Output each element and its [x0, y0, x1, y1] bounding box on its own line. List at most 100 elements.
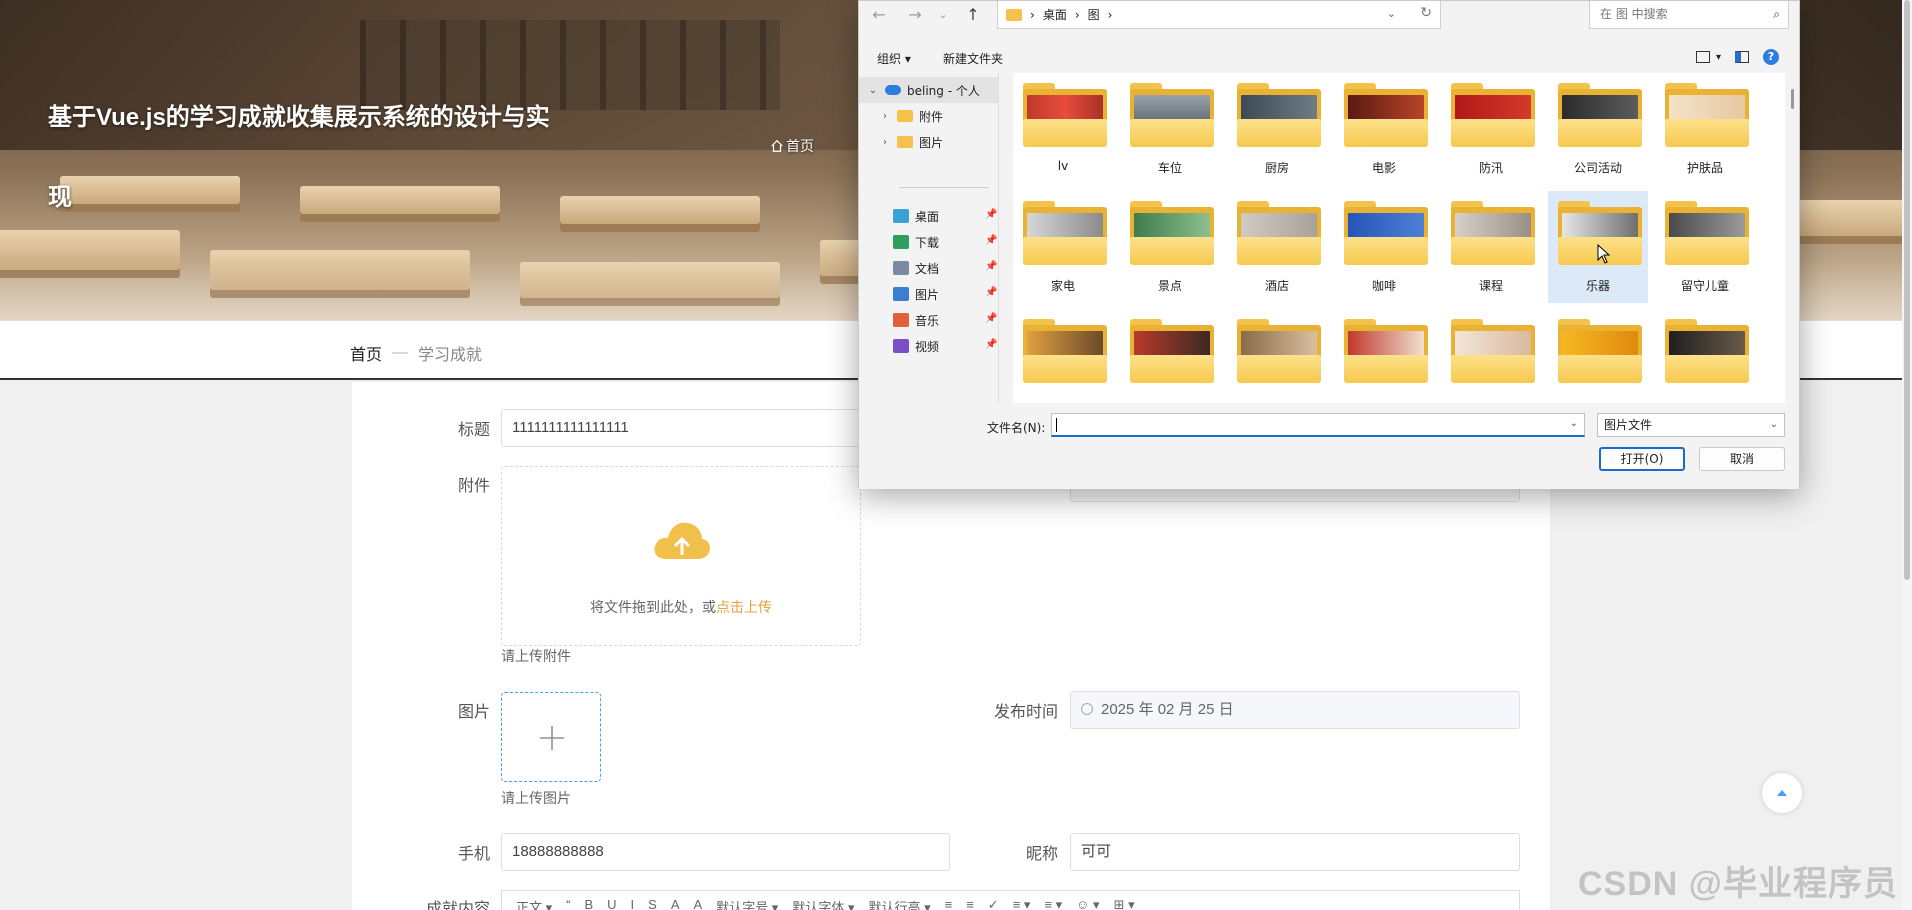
path-segment[interactable]: 图	[1088, 6, 1100, 23]
folder-item[interactable]: 课程	[1441, 191, 1541, 303]
nav-item-onedrive[interactable]: ⌄ beling - 个人	[859, 77, 998, 103]
toolbar-button[interactable]: 正文 ▾	[516, 897, 552, 910]
view-controls: ▾ ?	[1695, 49, 1779, 65]
folder-name: 景点	[1157, 279, 1182, 293]
folder-item[interactable]: 电影	[1334, 73, 1434, 185]
folder-item[interactable]	[1013, 309, 1113, 403]
cloud-upload-icon	[654, 522, 710, 559]
nav-item-quick-access[interactable]: 下载 📌	[859, 229, 998, 255]
pin-icon: 📌	[985, 261, 998, 272]
toolbar-button[interactable]: ☺ ▾	[1076, 897, 1099, 910]
folder-item[interactable]	[1441, 309, 1541, 403]
view-mode-icon[interactable]	[1695, 51, 1710, 63]
toolbar-button[interactable]: ≡ ▾	[1044, 897, 1062, 910]
folder-item[interactable]	[1655, 309, 1755, 403]
search-icon[interactable]: ⌕	[1773, 1, 1780, 28]
toolbar-button[interactable]: B	[584, 897, 593, 910]
toolbar-button[interactable]: ≡ ▾	[1013, 897, 1031, 910]
filename-input[interactable]: ⌄	[1051, 413, 1585, 437]
title-input[interactable]: 1111111111111111	[501, 409, 861, 447]
chevron-right-icon: ›	[1030, 7, 1035, 22]
folder-item[interactable]	[1227, 309, 1327, 403]
folder-item[interactable]: 防汛	[1441, 73, 1541, 185]
toolbar-button[interactable]: I	[631, 897, 635, 910]
page-scrollbar-thumb[interactable]	[1904, 0, 1910, 580]
folder-item[interactable]: 车位	[1120, 73, 1220, 185]
toolbar-button[interactable]: A	[694, 897, 703, 910]
search-input[interactable]: 在 图 中搜索 ⌕	[1589, 1, 1789, 29]
chevron-right-icon: ›	[883, 136, 887, 148]
nav-item-folder[interactable]: › 附件	[859, 103, 998, 129]
forward-button[interactable]: →	[905, 5, 925, 25]
toolbar-button[interactable]: 默认行高 ▾	[868, 897, 930, 910]
nav-item-quick-access[interactable]: 视频 📌	[859, 333, 998, 359]
folder-item[interactable]: lv	[1013, 73, 1113, 185]
nav-item-quick-access[interactable]: 音乐 📌	[859, 307, 998, 333]
folder-name: 留守儿童	[1680, 279, 1729, 293]
toolbar-button[interactable]: A	[671, 897, 680, 910]
path-segment[interactable]: 桌面	[1043, 6, 1067, 23]
toolbar-button[interactable]: 默认字号 ▾	[716, 897, 778, 910]
folder-item[interactable]: 咖啡	[1334, 191, 1434, 303]
chevron-down-icon: ⌄	[868, 84, 878, 96]
back-button[interactable]: ←	[869, 5, 889, 25]
toolbar-button[interactable]: ≡	[966, 897, 974, 910]
folder-item[interactable]: 留守儿童	[1655, 191, 1755, 303]
folder-item[interactable]	[1120, 309, 1220, 403]
organize-menu[interactable]: 组织 ▾	[877, 50, 911, 67]
refresh-icon[interactable]: ↻	[1420, 5, 1432, 21]
help-icon[interactable]: ?	[1763, 49, 1779, 65]
editor-toolbar: 正文 ▾ “ B U I S A A 默认字号 ▾ 默认字体 ▾ 默认行高 ▾ ≡ ≡ ✓ ≡ ▾ ≡ ▾ ☺ …	[501, 890, 1520, 910]
folder-icon	[1344, 119, 1428, 147]
folder-item[interactable]: 公司活动	[1548, 73, 1648, 185]
folder-item[interactable]	[1548, 309, 1648, 403]
folder-item[interactable]: 厨房	[1227, 73, 1327, 185]
toolbar-button[interactable]: “	[566, 897, 570, 910]
recent-dropdown[interactable]: ⌄	[933, 5, 953, 25]
new-folder-button[interactable]: 新建文件夹	[943, 50, 1003, 67]
folder-item[interactable]: 护肤品	[1655, 73, 1755, 185]
folder-item[interactable]: 酒店	[1227, 191, 1327, 303]
click-upload-link[interactable]: 点击上传	[716, 599, 772, 615]
folder-icon	[1665, 355, 1749, 383]
attachment-dropzone[interactable]: 将文件拖到此处，或点击上传	[501, 466, 861, 646]
phone-input[interactable]: 18888888888	[501, 833, 950, 871]
pin-icon: 📌	[985, 339, 998, 350]
toolbar-button[interactable]: U	[607, 897, 616, 910]
site-title-line2: 现	[48, 184, 72, 211]
nav-home-link[interactable]: 首页	[770, 136, 814, 156]
folder-item[interactable]: 景点	[1120, 191, 1220, 303]
breadcrumb-home[interactable]: 首页	[350, 341, 382, 365]
toolbar-button[interactable]: 默认字体 ▾	[792, 897, 854, 910]
publish-time-input[interactable]: 2025 年 02 月 25 日	[1070, 691, 1520, 729]
cancel-button[interactable]: 取消	[1699, 447, 1785, 471]
up-button[interactable]: ↑	[963, 5, 983, 25]
phone-label: 手机	[457, 846, 490, 863]
toolbar-button[interactable]: ✓	[988, 897, 999, 910]
grid-scrollbar[interactable]	[1791, 89, 1794, 109]
dropzone-instruction: 将文件拖到此处，或	[590, 599, 716, 615]
page-scrollbar[interactable]	[1902, 0, 1912, 910]
chevron-down-icon[interactable]: ⌄	[1570, 418, 1578, 429]
folder-icon	[1665, 119, 1749, 147]
nav-item-quick-access[interactable]: 图片 📌	[859, 281, 998, 307]
toolbar-button[interactable]: ⊞ ▾	[1114, 897, 1135, 910]
toolbar-button[interactable]: ≡	[945, 897, 953, 910]
folder-item[interactable]: 家电	[1013, 191, 1113, 303]
folder-item[interactable]	[1334, 309, 1434, 403]
address-bar[interactable]: › 桌面 › 图 › ⌄ ↻	[997, 1, 1441, 29]
chevron-down-icon[interactable]: ▾	[1716, 52, 1721, 63]
preview-pane-icon[interactable]	[1735, 51, 1749, 63]
music-icon	[893, 313, 909, 327]
nav-item-quick-access[interactable]: 文档 📌	[859, 255, 998, 281]
nav-item-folder[interactable]: › 图片	[859, 129, 998, 155]
nav-item-quick-access[interactable]: 桌面 📌	[859, 203, 998, 229]
toolbar-button[interactable]: S	[648, 897, 657, 910]
open-button[interactable]: 打开(O)	[1599, 447, 1685, 471]
chevron-down-icon[interactable]: ⌄	[1387, 7, 1396, 20]
filetype-select[interactable]: 图片文件 ⌄	[1597, 413, 1785, 437]
back-to-top-button[interactable]	[1762, 773, 1802, 813]
image-upload-card[interactable]	[501, 692, 601, 782]
nickname-input[interactable]: 可可	[1070, 833, 1520, 871]
folder-icon	[1237, 355, 1321, 383]
